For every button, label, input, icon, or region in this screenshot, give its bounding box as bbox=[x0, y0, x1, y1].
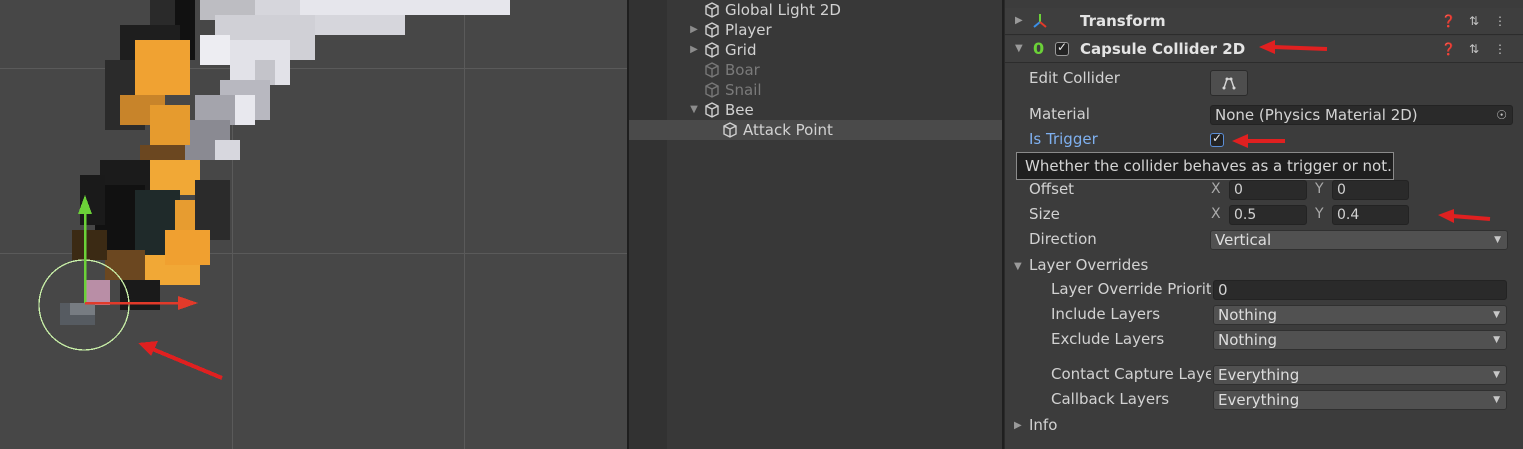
is-trigger-tooltip: Whether the collider behaves as a trigge… bbox=[1016, 152, 1394, 180]
transform-title: Transform bbox=[1080, 12, 1166, 30]
callback-layers-label: Callback Layers bbox=[1051, 390, 1170, 408]
annotation-arrow bbox=[1232, 134, 1285, 148]
material-value: None (Physics Material 2D) bbox=[1215, 106, 1418, 124]
edit-collider-button[interactable] bbox=[1210, 70, 1248, 96]
hierarchy-item-attack-point[interactable]: Attack Point bbox=[629, 120, 1002, 140]
size-label: Size bbox=[1029, 205, 1060, 223]
hierarchy-item-grid[interactable]: ▶ Grid bbox=[629, 40, 1002, 60]
direction-dropdown[interactable]: Vertical ▼ bbox=[1210, 230, 1508, 250]
hierarchy-panel: Global Light 2D ▶ Player ▶ Grid Boar Sna… bbox=[629, 0, 1002, 449]
offset-label: Offset bbox=[1029, 180, 1075, 198]
annotation-arrow bbox=[1438, 209, 1491, 223]
component-enabled-checkbox[interactable] bbox=[1055, 40, 1069, 56]
layer-override-priority-label: Layer Override Priorit bbox=[1051, 280, 1211, 298]
capsule-collider-icon: 0 bbox=[1033, 39, 1045, 58]
kebab-menu-icon[interactable]: ⋮ bbox=[1493, 42, 1507, 56]
size-y-field[interactable]: 0.4 bbox=[1332, 205, 1409, 225]
expand-arrow-icon[interactable]: ▶ bbox=[689, 40, 699, 60]
help-icon[interactable]: ❓ bbox=[1441, 14, 1456, 28]
transform-header[interactable]: ▶ Transform ❓ ⇅ ⋮ bbox=[1005, 8, 1523, 35]
annotation-arrow bbox=[149, 346, 223, 380]
cube-icon bbox=[704, 82, 720, 98]
size-x-field[interactable]: 0.5 bbox=[1229, 205, 1307, 225]
fold-arrow-icon[interactable]: ▼ bbox=[1014, 261, 1024, 273]
cube-icon bbox=[704, 22, 720, 38]
hierarchy-item-player[interactable]: ▶ Player bbox=[629, 20, 1002, 40]
exclude-layers-dropdown[interactable]: Nothing ▼ bbox=[1213, 330, 1507, 350]
include-layers-value: Nothing bbox=[1218, 306, 1277, 324]
include-layers-dropdown[interactable]: Nothing ▼ bbox=[1213, 305, 1507, 325]
cube-icon bbox=[704, 102, 720, 118]
annotation-arrow bbox=[1259, 40, 1328, 54]
offset-x-axis-label: X bbox=[1211, 181, 1221, 197]
preset-icon[interactable]: ⇅ bbox=[1467, 14, 1481, 28]
material-label: Material bbox=[1029, 105, 1090, 123]
info-label[interactable]: Info bbox=[1029, 416, 1057, 434]
layer-overrides-label[interactable]: Layer Overrides bbox=[1029, 256, 1148, 274]
contact-capture-layers-dropdown[interactable]: Everything ▼ bbox=[1213, 365, 1507, 385]
offset-x-field[interactable]: 0 bbox=[1229, 180, 1307, 200]
object-picker-icon[interactable]: ☉ bbox=[1496, 106, 1507, 124]
contact-capture-layers-label: Contact Capture Laye bbox=[1051, 365, 1211, 383]
edit-collider-label: Edit Collider bbox=[1029, 69, 1120, 87]
offset-y-field[interactable]: 0 bbox=[1332, 180, 1409, 200]
chevron-down-icon: ▼ bbox=[1494, 235, 1501, 245]
edit-shape-icon bbox=[1221, 75, 1237, 95]
fold-arrow-icon[interactable]: ▶ bbox=[1014, 420, 1024, 432]
help-icon[interactable]: ❓ bbox=[1441, 42, 1456, 56]
exclude-layers-value: Nothing bbox=[1218, 331, 1277, 349]
callback-layers-dropdown[interactable]: Everything ▼ bbox=[1213, 390, 1507, 410]
chevron-down-icon: ▼ bbox=[1493, 370, 1500, 380]
direction-value: Vertical bbox=[1215, 231, 1272, 249]
exclude-layers-label: Exclude Layers bbox=[1051, 330, 1165, 348]
fold-arrow-icon[interactable]: ▶ bbox=[1015, 15, 1025, 27]
direction-label: Direction bbox=[1029, 230, 1097, 248]
cube-icon bbox=[722, 122, 738, 138]
offset-y-axis-label: Y bbox=[1315, 181, 1324, 197]
is-trigger-checkbox[interactable] bbox=[1210, 131, 1224, 147]
transform-icon bbox=[1031, 12, 1049, 30]
x-axis-arrow bbox=[178, 296, 198, 310]
chevron-down-icon: ▼ bbox=[1493, 335, 1500, 345]
material-object-field[interactable]: None (Physics Material 2D) ☉ bbox=[1210, 105, 1513, 125]
chevron-down-icon: ▼ bbox=[1493, 395, 1500, 405]
expand-arrow-icon[interactable]: ▶ bbox=[689, 20, 699, 40]
hierarchy-item-global-light-2d[interactable]: Global Light 2D bbox=[629, 0, 1002, 20]
hierarchy-item-bee[interactable]: ▼ Bee bbox=[629, 100, 1002, 120]
cube-icon bbox=[704, 62, 720, 78]
hierarchy-item-snail[interactable]: Snail bbox=[629, 80, 1002, 100]
scene-view[interactable] bbox=[0, 0, 627, 449]
hierarchy-item-boar[interactable]: Boar bbox=[629, 60, 1002, 80]
capsule-collider-title: Capsule Collider 2D bbox=[1080, 40, 1246, 58]
is-trigger-label: Is Trigger bbox=[1029, 130, 1098, 148]
preset-icon[interactable]: ⇅ bbox=[1467, 42, 1481, 56]
kebab-menu-icon[interactable]: ⋮ bbox=[1493, 14, 1507, 28]
collapse-arrow-icon[interactable]: ▼ bbox=[689, 100, 699, 120]
chevron-down-icon: ▼ bbox=[1493, 310, 1500, 320]
bee-sprite bbox=[38, 0, 510, 380]
cube-icon bbox=[704, 2, 720, 18]
contact-capture-layers-value: Everything bbox=[1218, 366, 1300, 384]
size-x-axis-label: X bbox=[1211, 206, 1221, 222]
fold-arrow-icon[interactable]: ▼ bbox=[1015, 43, 1025, 55]
include-layers-label: Include Layers bbox=[1051, 305, 1161, 323]
layer-override-priority-field[interactable]: 0 bbox=[1213, 280, 1507, 300]
size-y-axis-label: Y bbox=[1315, 206, 1324, 222]
callback-layers-value: Everything bbox=[1218, 391, 1300, 409]
cube-icon bbox=[704, 42, 720, 58]
